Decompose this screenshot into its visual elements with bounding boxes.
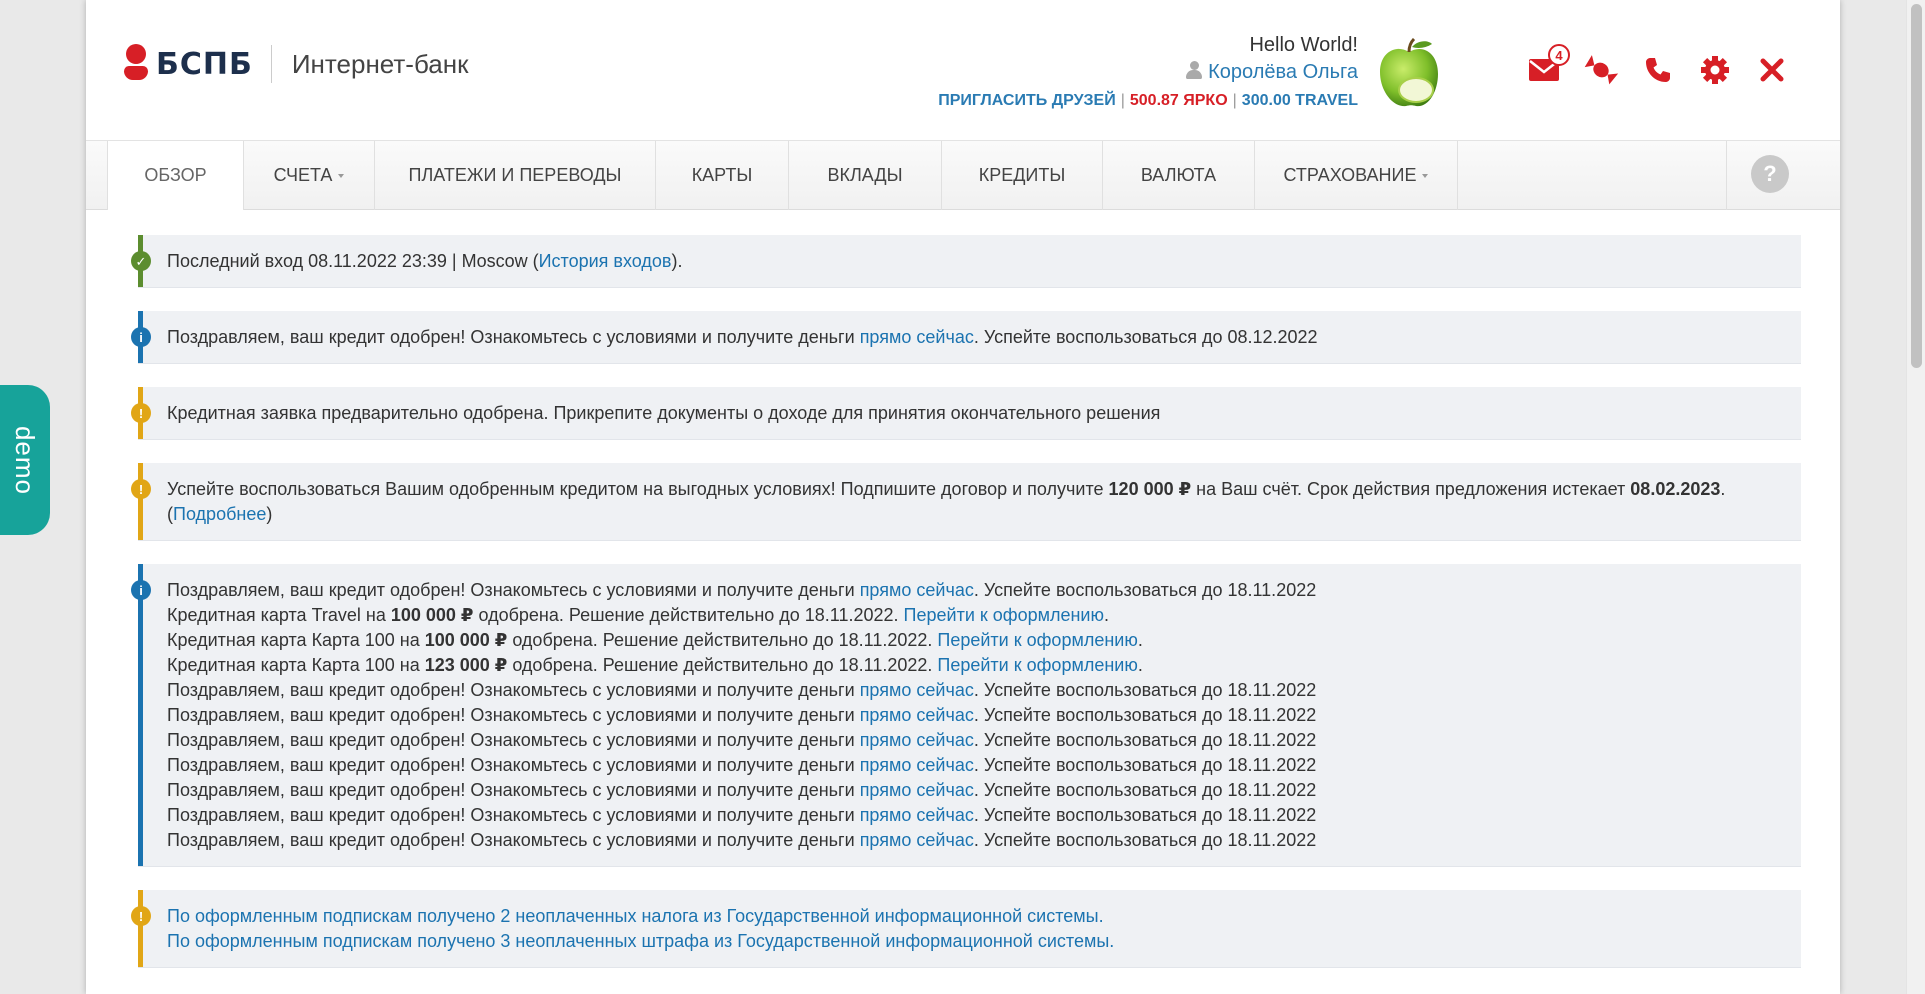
list-item: Поздравляем, ваш кредит одобрен! Ознаком…	[167, 580, 1317, 600]
logo-mark	[124, 44, 148, 84]
bank-logo[interactable]: БСПБ Интернет-банк	[124, 44, 468, 84]
tab-overview[interactable]: Обзор	[107, 141, 244, 210]
tab-currency[interactable]: Валюта	[1103, 141, 1255, 210]
login-history-link[interactable]: История входов	[539, 251, 672, 271]
user-block: Hello World! Королёва Ольга ПРИГЛАСИТЬ Д…	[938, 32, 1358, 116]
scrollbar[interactable]	[1906, 0, 1925, 994]
docs-required-alert: ! Кредитная заявка предварительно одобре…	[131, 387, 1801, 439]
offer-expiry-date: 08.02.2023	[1630, 479, 1721, 499]
warning-icon: !	[131, 906, 151, 926]
offer-details-link[interactable]: Подробнее	[173, 504, 266, 524]
list-item: Кредитная карта Travel на 100 000 ₽ одоб…	[167, 605, 1109, 625]
list-item: Кредитная карта Карта 100 на 123 000 ₽ о…	[167, 655, 1143, 675]
apply-card-link[interactable]: Перейти к оформлению	[937, 655, 1137, 675]
greeting: Hello World!	[1249, 34, 1358, 56]
help-button[interactable]: ?	[1751, 155, 1789, 193]
get-money-now-link[interactable]: прямо сейчас	[860, 327, 974, 347]
multi-offers-alert: i Поздравляем, ваш кредит одобрен! Ознак…	[131, 564, 1801, 866]
notifications-list: ✓ Последний вход 08.11.2022 23:39 | Mosc…	[131, 235, 1801, 991]
get-money-now-link[interactable]: прямо сейчас	[860, 730, 974, 750]
list-item: Поздравляем, ваш кредит одобрен! Ознаком…	[167, 830, 1317, 850]
user-links: ПРИГЛАСИТЬ ДРУЗЕЙ | 500.87 ЯРКО | 300.00 TRA…	[938, 92, 1358, 109]
phone-icon[interactable]	[1640, 52, 1676, 88]
mail-icon[interactable]: 4	[1526, 44, 1570, 88]
get-money-now-link[interactable]: прямо сейчас	[860, 705, 974, 725]
chevron-down-icon	[338, 173, 345, 178]
list-item: Поздравляем, ваш кредит одобрен! Ознаком…	[167, 705, 1317, 725]
page-container: БСПБ Интернет-банк Hello World! Королёва…	[86, 0, 1840, 994]
tab-insurance[interactable]: Страхование	[1255, 141, 1458, 210]
user-profile-link[interactable]: Королёва Ольга	[938, 58, 1358, 86]
list-item: Кредитная карта Карта 100 на 100 000 ₽ о…	[167, 630, 1143, 650]
warning-icon: !	[131, 403, 151, 423]
offer-amount: 120 000 ₽	[1108, 479, 1192, 499]
get-money-now-link[interactable]: прямо сейчас	[860, 805, 974, 825]
gear-icon[interactable]	[1697, 52, 1733, 88]
list-item: Поздравляем, ваш кредит одобрен! Ознаком…	[167, 805, 1317, 825]
tab-credits[interactable]: Кредиты	[942, 141, 1103, 210]
last-login-alert: ✓ Последний вход 08.11.2022 23:39 | Mosc…	[131, 235, 1801, 287]
invite-friends-link[interactable]: ПРИГЛАСИТЬ ДРУЗЕЙ	[938, 92, 1116, 109]
apply-card-link[interactable]: Перейти к оформлению	[904, 605, 1104, 625]
apply-card-link[interactable]: Перейти к оформлению	[937, 630, 1137, 650]
check-icon: ✓	[131, 251, 151, 271]
logo-text: БСПБ	[156, 46, 253, 82]
candy-icon[interactable]	[1583, 52, 1619, 88]
list-item: Поздравляем, ваш кредит одобрен! Ознаком…	[167, 755, 1317, 775]
list-item: Поздравляем, ваш кредит одобрен! Ознаком…	[167, 780, 1317, 800]
tab-payments[interactable]: Платежи и переводы	[375, 141, 656, 210]
get-money-now-link[interactable]: прямо сейчас	[860, 780, 974, 800]
unpaid-fines-link[interactable]: По оформленным подпискам получено 3 неоп…	[167, 931, 1114, 951]
apple-avatar[interactable]	[1376, 38, 1442, 110]
credit-offer-alert: ! Успейте воспользоваться Вашим одобренн…	[131, 463, 1801, 540]
info-icon: i	[131, 327, 151, 347]
list-item: Поздравляем, ваш кредит одобрен! Ознаком…	[167, 730, 1317, 750]
demo-label: demo	[10, 425, 41, 495]
tab-accounts[interactable]: Счета	[244, 141, 375, 210]
logo-divider	[270, 45, 272, 83]
mail-count-badge: 4	[1548, 44, 1570, 66]
header-icons: 4	[1526, 44, 1811, 88]
gis-debts-alert: ! По оформленным подпискам получено 2 не…	[131, 890, 1801, 967]
scrollbar-thumb[interactable]	[1911, 4, 1922, 368]
get-money-now-link[interactable]: прямо сейчас	[860, 580, 974, 600]
close-icon[interactable]	[1754, 52, 1790, 88]
info-icon: i	[131, 580, 151, 600]
bright-points-link[interactable]: 500.87 ЯРКО	[1130, 92, 1228, 109]
main-nav: Обзор Счета Платежи и переводы Карты Вкл…	[86, 140, 1840, 210]
person-icon	[1186, 61, 1203, 79]
demo-tab[interactable]: demo	[0, 385, 50, 535]
header: БСПБ Интернет-банк Hello World! Королёва…	[86, 0, 1840, 140]
travel-points-link[interactable]: 300.00 TRAVEL	[1242, 92, 1358, 109]
tab-cards[interactable]: Карты	[656, 141, 789, 210]
list-item: Поздравляем, ваш кредит одобрен! Ознаком…	[167, 680, 1317, 700]
chevron-down-icon	[1422, 173, 1429, 178]
get-money-now-link[interactable]: прямо сейчас	[860, 755, 974, 775]
credit-approved-alert: i Поздравляем, ваш кредит одобрен! Ознак…	[131, 311, 1801, 363]
logo-subtitle: Интернет-банк	[291, 48, 469, 79]
get-money-now-link[interactable]: прямо сейчас	[860, 830, 974, 850]
tab-deposits[interactable]: Вклады	[789, 141, 942, 210]
user-name: Королёва Ольга	[1208, 61, 1358, 83]
get-money-now-link[interactable]: прямо сейчас	[860, 680, 974, 700]
unpaid-taxes-link[interactable]: По оформленным подпискам получено 2 неоп…	[167, 906, 1104, 926]
warning-icon: !	[131, 479, 151, 499]
